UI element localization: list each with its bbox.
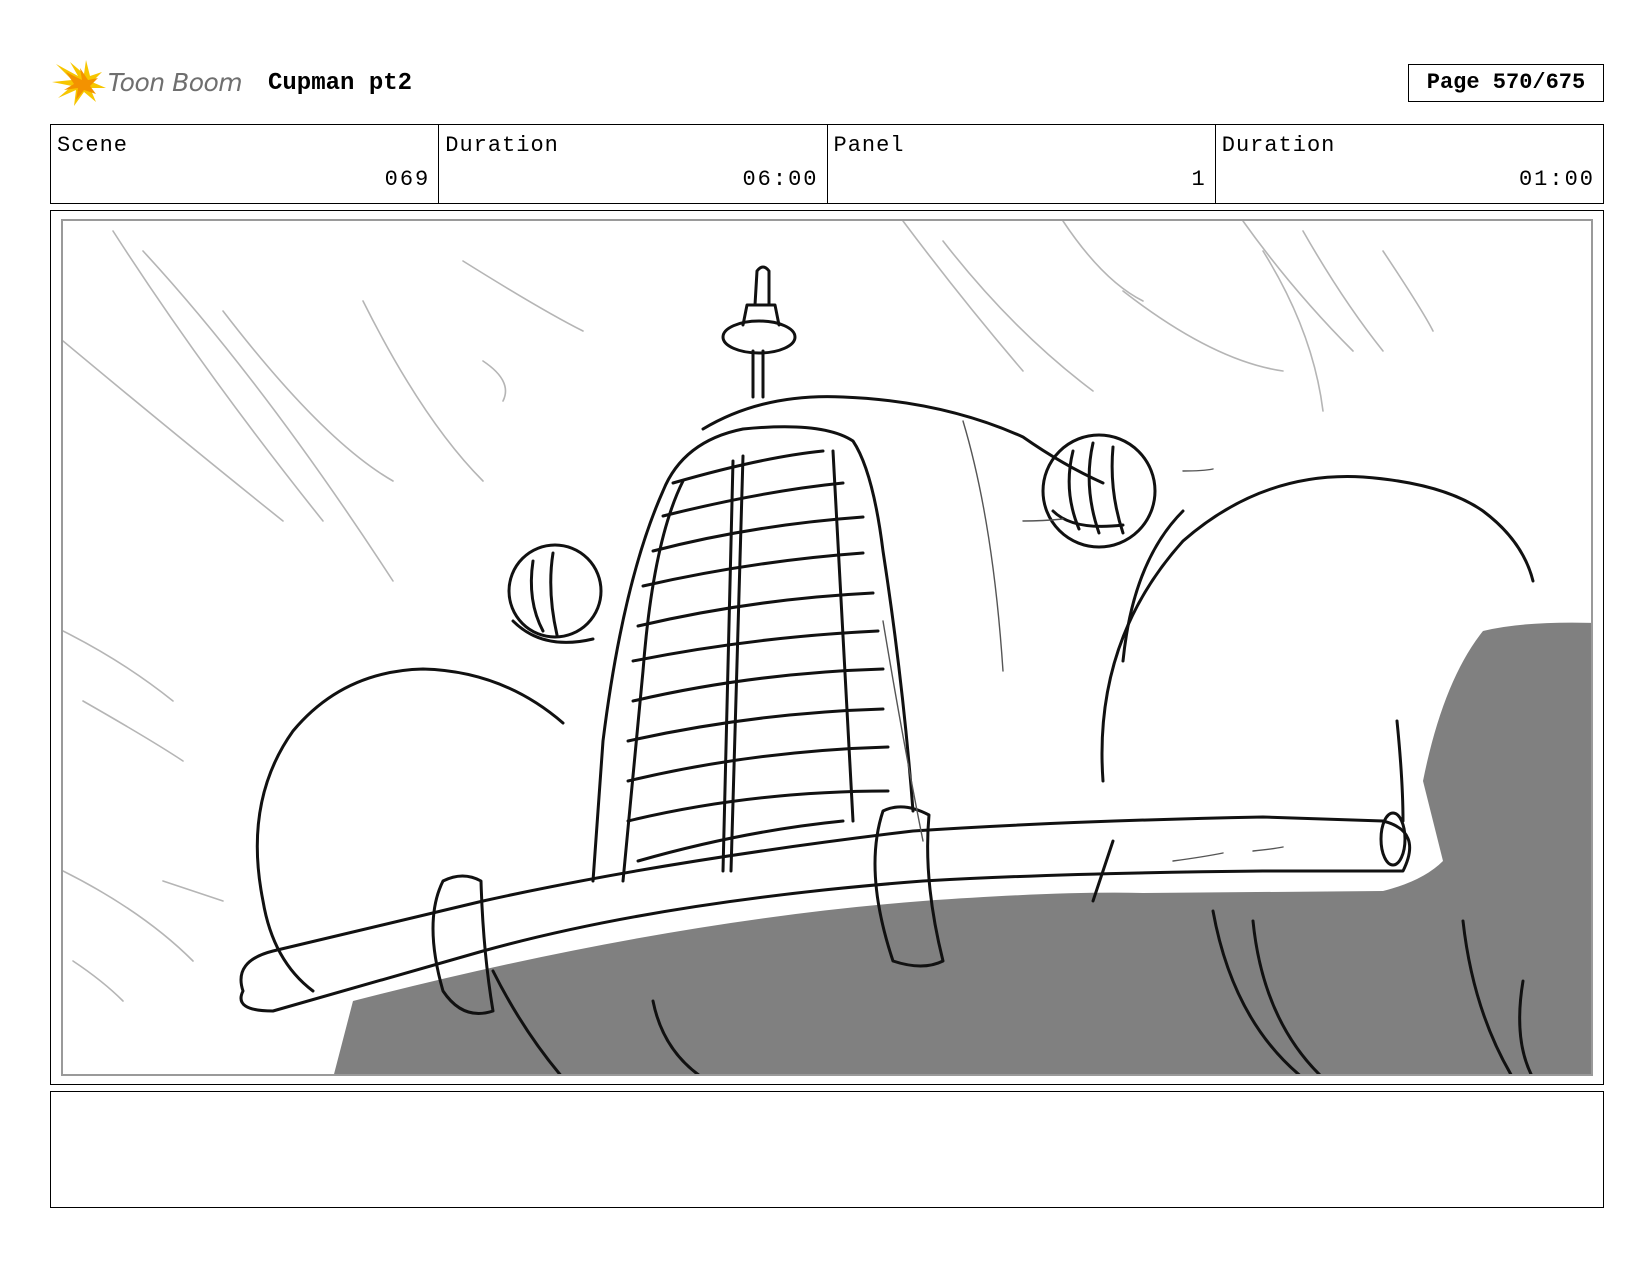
panel-label: Panel [833, 133, 905, 158]
logo-text: Toon Boom [108, 68, 243, 97]
starburst-icon [52, 60, 106, 106]
panel-duration-value: 01:00 [1518, 167, 1595, 192]
panel-cell: Panel 1 [828, 125, 1216, 203]
scene-info-table: Scene 069 Duration 06:00 Panel 1 Duratio… [50, 124, 1604, 204]
scene-label: Scene [57, 133, 129, 158]
scene-value: 069 [384, 167, 431, 192]
scene-duration-cell: Duration 06:00 [439, 125, 828, 203]
panel-duration-label: Duration [1221, 133, 1336, 158]
storyboard-panel-frame [50, 210, 1604, 1085]
panel-value: 1 [1191, 167, 1207, 192]
page-indicator: Page 570/675 [1408, 64, 1604, 102]
scene-duration-label: Duration [445, 133, 559, 158]
storyboard-panel-image [61, 219, 1593, 1076]
sketch-car-front-low-angle-icon [63, 221, 1591, 1074]
scene-duration-value: 06:00 [742, 167, 819, 192]
storyboard-header: Toon Boom Cupman pt2 Page 570/675 [52, 56, 1604, 106]
scene-cell: Scene 069 [51, 125, 440, 203]
panel-duration-cell: Duration 01:00 [1216, 125, 1603, 203]
toon-boom-logo: Toon Boom [52, 58, 252, 108]
panel-notes-box [50, 1091, 1604, 1208]
project-title: Cupman pt2 [268, 70, 413, 97]
